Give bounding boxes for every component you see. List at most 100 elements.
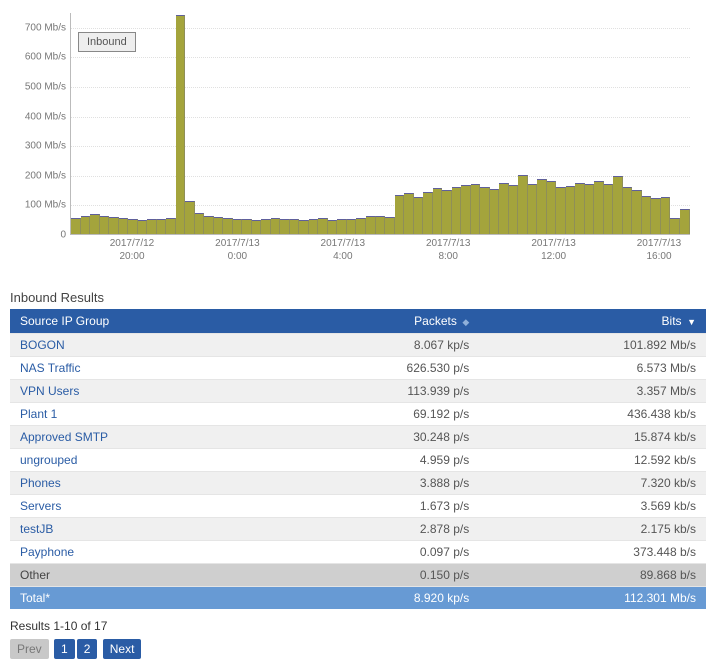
chart-bar[interactable] — [414, 197, 424, 234]
chart-bar[interactable] — [252, 220, 262, 234]
chart-bar[interactable] — [233, 219, 243, 234]
chart-bar[interactable] — [528, 184, 538, 234]
chart-bar[interactable] — [613, 176, 623, 234]
chart-bar[interactable] — [518, 175, 528, 234]
pager-page-button[interactable]: 1 — [54, 639, 75, 659]
chart-bar[interactable] — [328, 220, 338, 234]
cell-packets: 3.888 p/s — [277, 472, 479, 495]
chart-bar[interactable] — [499, 183, 509, 234]
chart-bar[interactable] — [109, 217, 119, 234]
group-link[interactable]: ungrouped — [20, 453, 77, 467]
pager-page-button[interactable]: 2 — [77, 639, 98, 659]
chart-bar[interactable] — [185, 201, 195, 234]
y-tick-label: 300 Mb/s — [25, 141, 66, 152]
chart-bar[interactable] — [90, 214, 100, 234]
chart-bar[interactable] — [471, 184, 481, 234]
chart-bar[interactable] — [604, 184, 614, 234]
chart-bar[interactable] — [680, 209, 690, 234]
chart-bar[interactable] — [594, 181, 604, 234]
col-packets[interactable]: Packets ◆ — [277, 309, 479, 334]
col-source-ip-group[interactable]: Source IP Group — [10, 309, 277, 334]
chart-bar[interactable] — [147, 219, 157, 234]
y-axis-ticks: 0100 Mb/s200 Mb/s300 Mb/s400 Mb/s500 Mb/… — [8, 13, 66, 235]
sort-icon: ◆ — [460, 317, 469, 327]
chart-bar[interactable] — [290, 219, 300, 234]
cell-packets: 69.192 p/s — [277, 403, 479, 426]
chart-bar[interactable] — [632, 190, 642, 234]
x-axis-ticks: 2017/7/1220:002017/7/130:002017/7/134:00… — [70, 237, 690, 277]
chart-bar[interactable] — [138, 220, 148, 234]
chart-bar[interactable] — [642, 196, 652, 234]
chart-bar[interactable] — [271, 218, 281, 234]
chart-bar[interactable] — [490, 189, 500, 234]
chart-bar[interactable] — [337, 219, 347, 234]
chart-bar[interactable] — [509, 185, 519, 234]
chart-bar[interactable] — [385, 217, 395, 234]
group-link[interactable]: VPN Users — [20, 384, 79, 398]
chart-bar[interactable] — [670, 218, 680, 234]
chart-bar[interactable] — [575, 183, 585, 234]
chart-bar[interactable] — [157, 219, 167, 234]
chart-bar[interactable] — [356, 218, 366, 234]
chart-bar[interactable] — [547, 181, 557, 234]
chart-bar[interactable] — [556, 187, 566, 234]
group-link[interactable]: BOGON — [20, 338, 65, 352]
chart-plot-area[interactable] — [70, 13, 690, 235]
chart-bar[interactable] — [242, 219, 252, 234]
chart-bar[interactable] — [452, 187, 462, 234]
chart-bar[interactable] — [128, 219, 138, 234]
group-link[interactable]: NAS Traffic — [20, 361, 80, 375]
group-link[interactable]: Phones — [20, 476, 61, 490]
col-bits[interactable]: Bits ▼ — [479, 309, 706, 334]
chart-bar[interactable] — [404, 193, 414, 234]
chart-bar[interactable] — [623, 187, 633, 234]
chart-bar[interactable] — [223, 218, 233, 234]
chart-bar[interactable] — [176, 15, 186, 234]
cell-packets: 1.673 p/s — [277, 495, 479, 518]
chart-bar[interactable] — [651, 198, 661, 234]
chart-bar[interactable] — [537, 179, 547, 234]
chart-bar[interactable] — [309, 219, 319, 234]
cell-packets: 8.067 kp/s — [277, 334, 479, 357]
chart-bar[interactable] — [204, 216, 214, 234]
cell-source-ip-group: Phones — [10, 472, 277, 495]
chart-bar[interactable] — [442, 190, 452, 234]
pager-prev-button[interactable]: Prev — [10, 639, 49, 659]
chart-bar[interactable] — [480, 187, 490, 234]
group-link[interactable]: Approved SMTP — [20, 430, 108, 444]
chart-bar[interactable] — [585, 184, 595, 234]
chart-bar[interactable] — [318, 218, 328, 234]
pager-next-button[interactable]: Next — [103, 639, 142, 659]
cell-bits: 3.357 Mb/s — [479, 380, 706, 403]
chart-bar[interactable] — [195, 213, 205, 234]
col-source-label: Source IP Group — [20, 314, 109, 328]
cell-source-ip-group: Payphone — [10, 541, 277, 564]
pager-pages: 12 — [54, 642, 99, 656]
group-link[interactable]: testJB — [20, 522, 53, 536]
chart-bar[interactable] — [376, 216, 386, 234]
chart-bar[interactable] — [81, 216, 91, 234]
chart-bar[interactable] — [166, 218, 176, 234]
chart-bar[interactable] — [71, 218, 81, 234]
y-tick-label: 500 Mb/s — [25, 82, 66, 93]
chart-bar[interactable] — [261, 219, 271, 234]
chart-bar[interactable] — [661, 197, 671, 234]
chart-bar[interactable] — [119, 218, 129, 234]
chart-bar[interactable] — [280, 219, 290, 234]
chart-bar[interactable] — [433, 188, 443, 234]
chart-bar[interactable] — [100, 216, 110, 234]
group-link[interactable]: Payphone — [20, 545, 74, 559]
group-link[interactable]: Servers — [20, 499, 61, 513]
table-row: Plant 169.192 p/s436.438 kb/s — [10, 403, 706, 426]
chart-bar[interactable] — [566, 186, 576, 234]
chart-bar[interactable] — [423, 192, 433, 234]
chart-bar[interactable] — [214, 217, 224, 234]
group-link[interactable]: Plant 1 — [20, 407, 57, 421]
chart-bar[interactable] — [299, 220, 309, 234]
chart-bar[interactable] — [366, 216, 376, 234]
chart-legend-inbound[interactable]: Inbound — [78, 32, 136, 52]
chart-bar[interactable] — [395, 195, 405, 234]
chart-bar[interactable] — [461, 185, 471, 234]
x-tick-label: 2017/7/138:00 — [426, 237, 471, 263]
chart-bar[interactable] — [347, 219, 357, 234]
